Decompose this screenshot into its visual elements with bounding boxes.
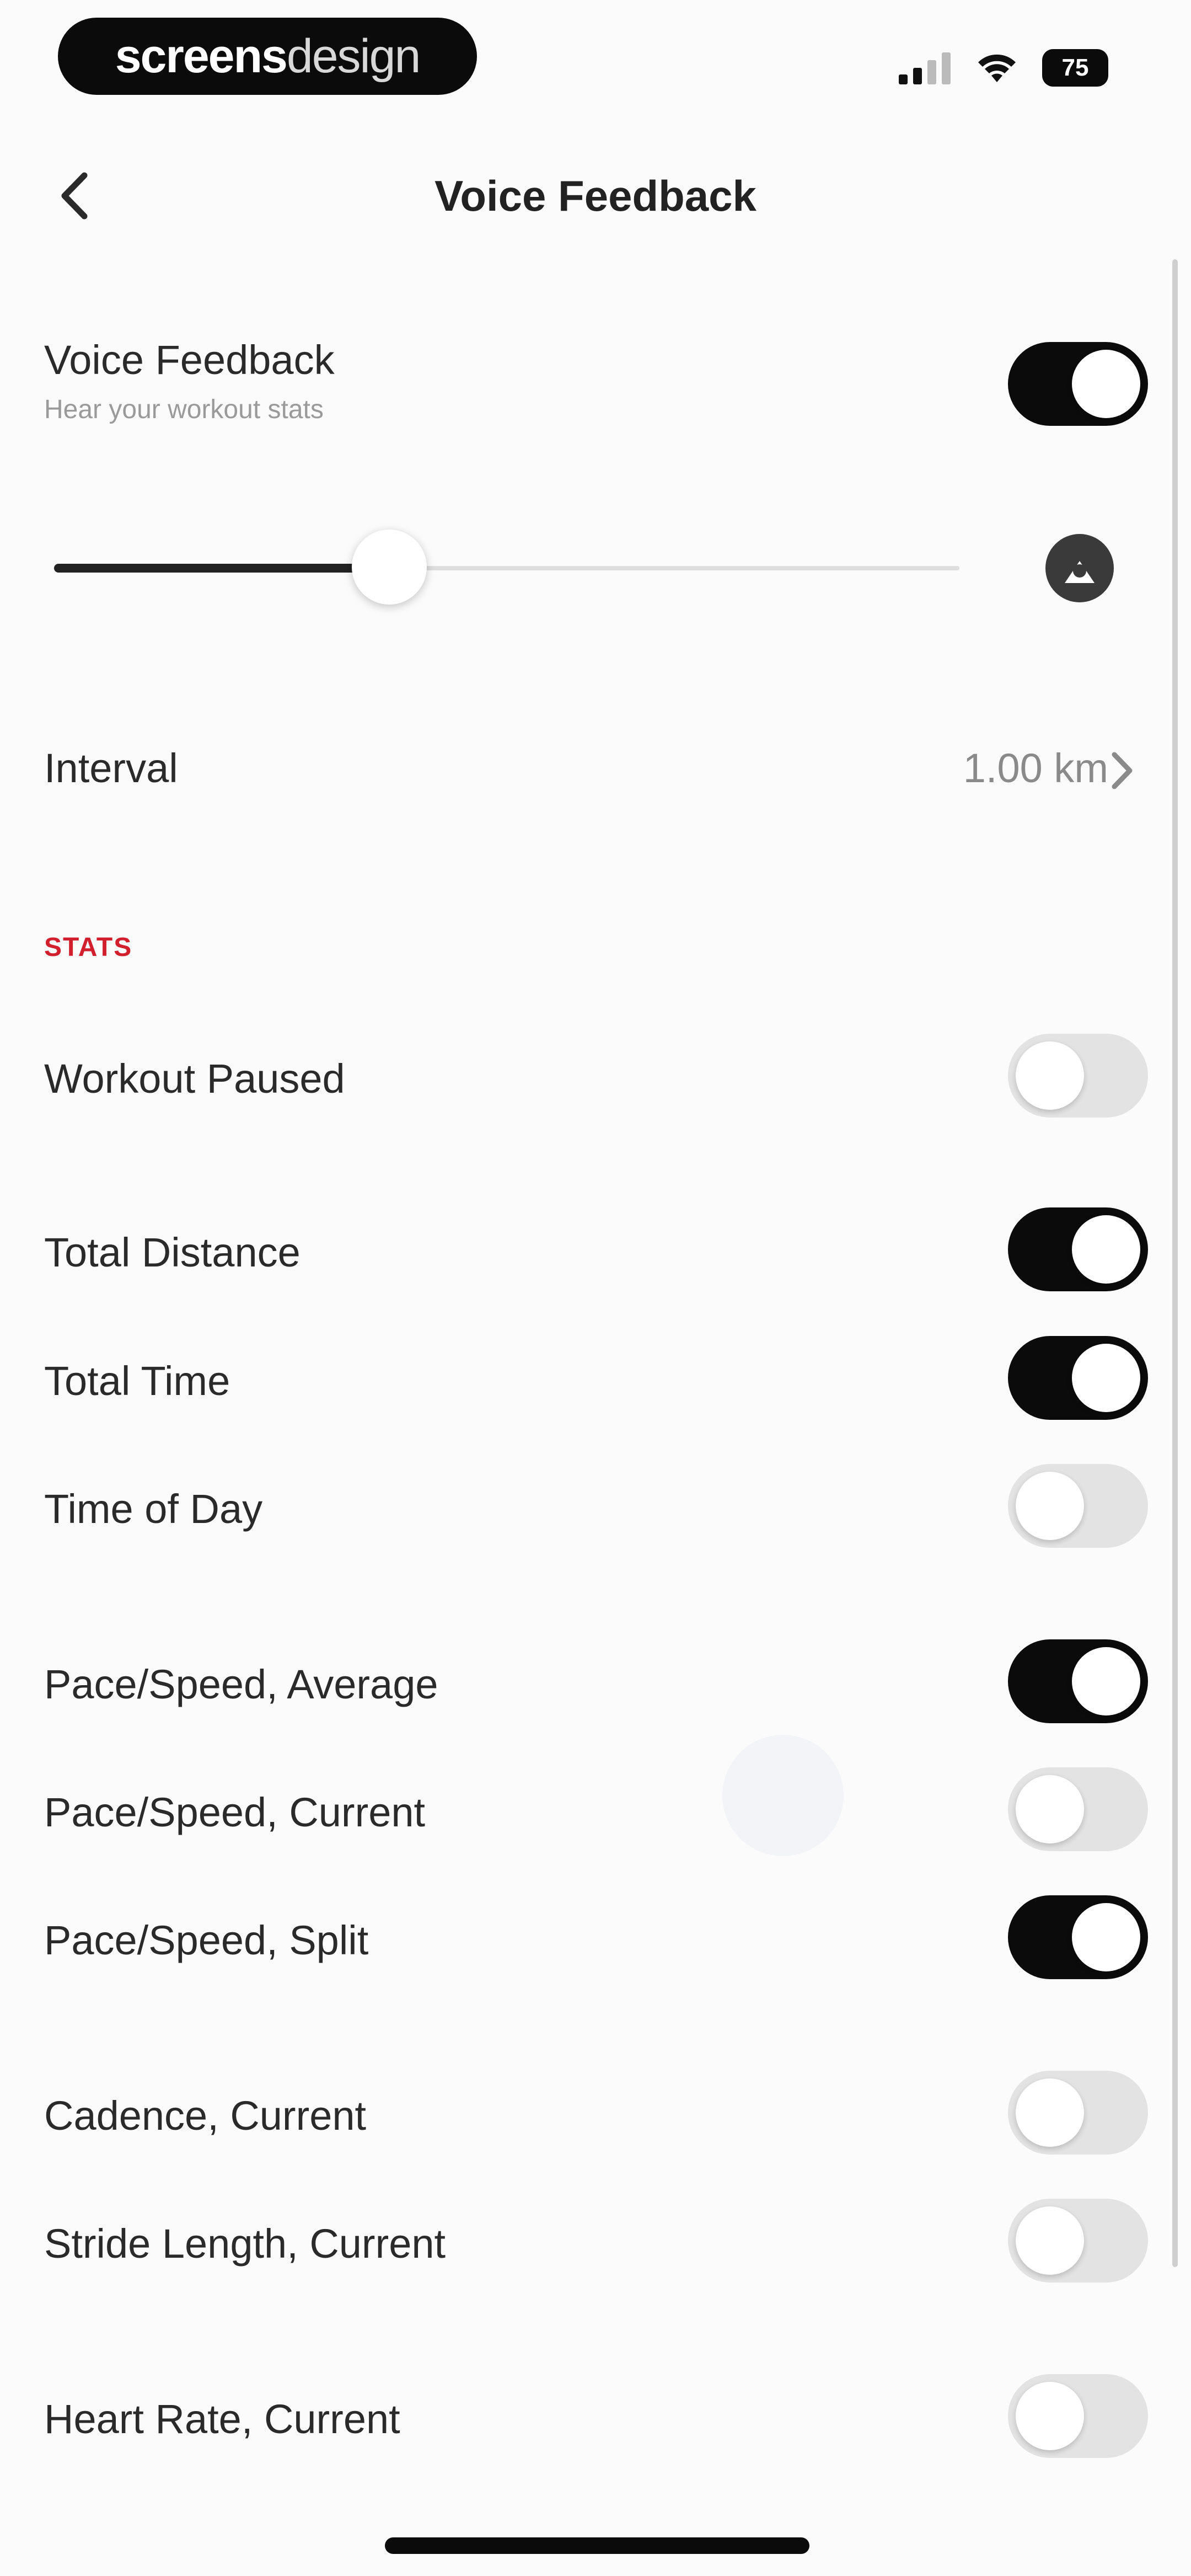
volume-slider-fill xyxy=(54,564,389,573)
scrollbar[interactable] xyxy=(1172,259,1178,2267)
wifi-icon xyxy=(978,54,1016,82)
brand-watermark-bold: screens xyxy=(115,29,288,83)
battery-icon: 75 xyxy=(1042,49,1108,87)
toggle-knob xyxy=(1016,2206,1084,2275)
toggle-knob xyxy=(1072,1647,1140,1715)
touch-indicator xyxy=(722,1735,844,1856)
stat-label: Total Time xyxy=(44,1358,230,1404)
stat-label: Total Distance xyxy=(44,1230,301,1275)
stat-toggle[interactable] xyxy=(1008,2071,1148,2155)
voice-feedback-label: Voice Feedback xyxy=(44,337,335,383)
interval-label: Interval xyxy=(44,745,178,791)
stat-toggle[interactable] xyxy=(1008,1767,1148,1851)
voice-feedback-toggle[interactable] xyxy=(1008,342,1148,426)
stats-section-header: STATS xyxy=(44,933,133,962)
home-indicator[interactable] xyxy=(385,2537,809,2554)
status-icons: 75 xyxy=(899,43,1108,93)
stat-toggle[interactable] xyxy=(1008,1336,1148,1420)
toggle-knob xyxy=(1072,350,1140,418)
stat-label: Pace/Speed, Split xyxy=(44,1917,369,1963)
stat-label: Workout Paused xyxy=(44,1056,345,1102)
back-button[interactable] xyxy=(44,165,105,226)
brand-watermark-light: design xyxy=(286,29,421,83)
toggle-knob xyxy=(1072,1344,1140,1412)
chevron-left-icon xyxy=(61,172,88,220)
toggle-knob xyxy=(1072,1903,1140,1971)
chevron-right-icon[interactable] xyxy=(1106,751,1139,790)
stat-toggle[interactable] xyxy=(1008,2199,1148,2283)
speaker-icon xyxy=(1065,561,1095,583)
toggle-knob xyxy=(1072,1215,1140,1284)
voice-feedback-subtitle: Hear your workout stats xyxy=(44,395,324,424)
stat-label: Cadence, Current xyxy=(44,2093,367,2139)
stat-label: Pace/Speed, Average xyxy=(44,1661,438,1707)
toggle-knob xyxy=(1016,1041,1084,1110)
stat-label: Stride Length, Current xyxy=(44,2221,446,2267)
toggle-knob xyxy=(1016,1472,1084,1540)
stat-toggle[interactable] xyxy=(1008,1207,1148,1291)
brand-watermark: screens design xyxy=(58,18,477,95)
stat-label: Heart Rate, Current xyxy=(44,2396,400,2442)
stat-toggle[interactable] xyxy=(1008,1895,1148,1979)
volume-slider-thumb[interactable] xyxy=(351,530,427,605)
interval-value[interactable]: 1.00 km xyxy=(963,745,1108,792)
stat-toggle[interactable] xyxy=(1008,1034,1148,1118)
battery-level: 75 xyxy=(1061,54,1089,81)
stat-label: Time of Day xyxy=(44,1486,263,1532)
stat-toggle[interactable] xyxy=(1008,1464,1148,1548)
stat-label: Pace/Speed, Current xyxy=(44,1789,426,1835)
cellular-signal-icon xyxy=(899,52,951,84)
page-title: Voice Feedback xyxy=(434,172,757,220)
toggle-knob xyxy=(1016,2078,1084,2147)
speaker-button[interactable] xyxy=(1045,534,1114,602)
toggle-knob xyxy=(1016,1775,1084,1843)
stat-toggle[interactable] xyxy=(1008,1639,1148,1723)
stat-toggle[interactable] xyxy=(1008,2374,1148,2458)
toggle-knob xyxy=(1016,2382,1084,2450)
